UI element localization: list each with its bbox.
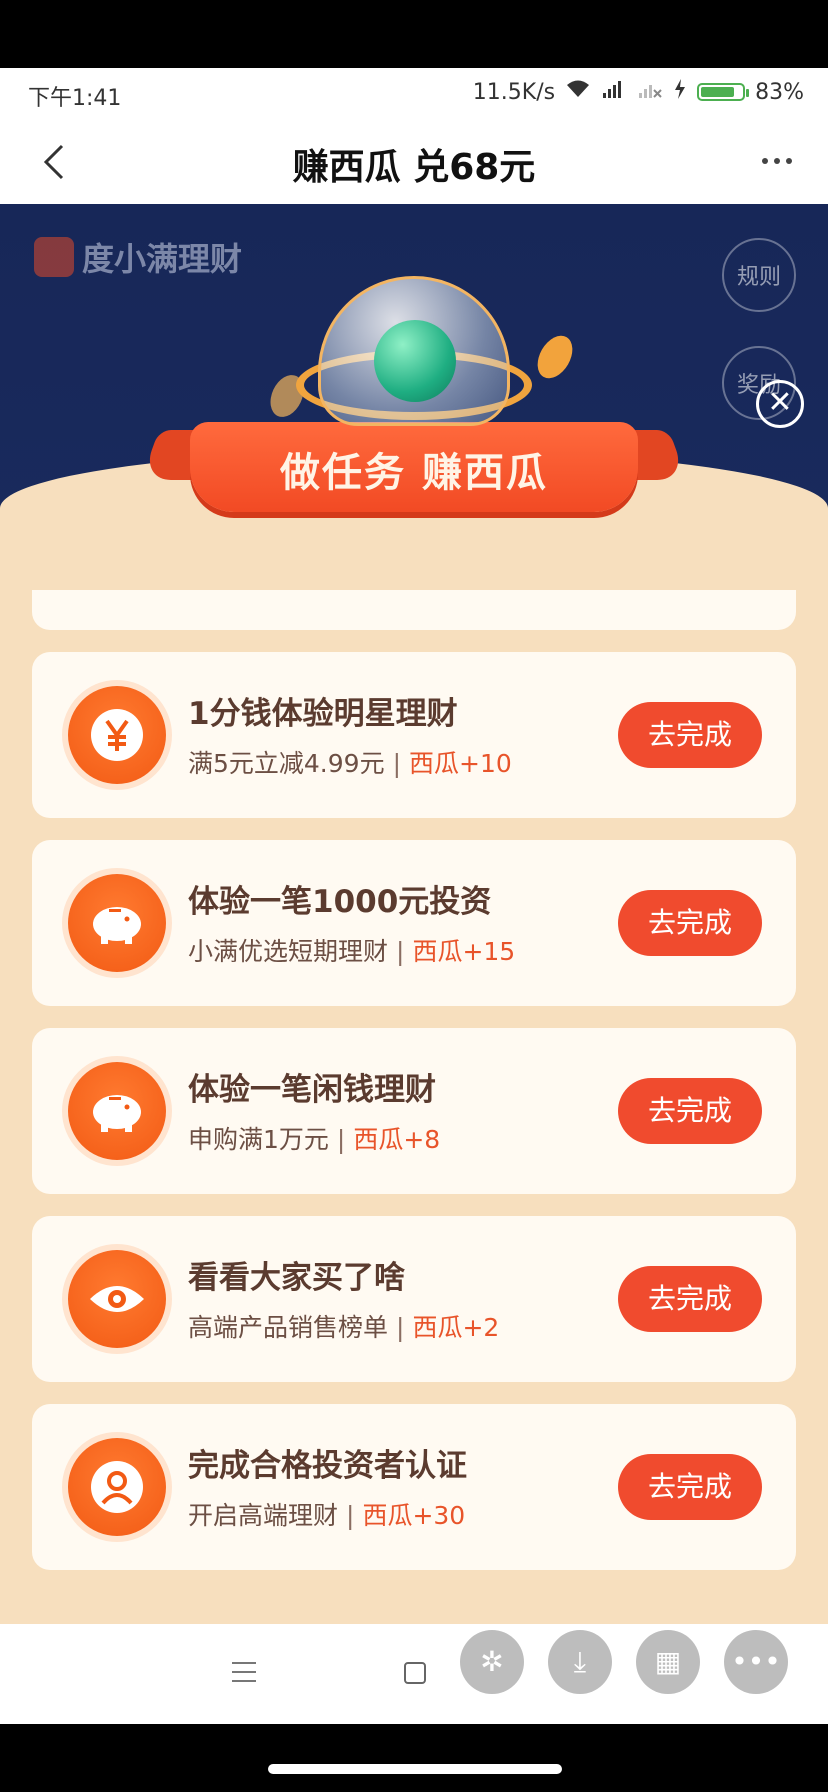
go-complete-button[interactable]: 去完成 [618, 890, 762, 956]
user-icon [91, 1461, 143, 1513]
task-icon-circle [68, 1250, 166, 1348]
go-complete-button[interactable]: 去完成 [618, 1078, 762, 1144]
download-button[interactable]: ⤓ [548, 1630, 612, 1694]
bottom-toolbar: ✲ ⤓ ▦ ••• [0, 1624, 828, 1724]
status-time: 下午1:41 [28, 86, 122, 111]
task-title: 完成合格投资者认证 [188, 1448, 467, 1484]
home-square-icon[interactable] [404, 1662, 426, 1684]
rules-button[interactable]: 规则 [722, 238, 796, 312]
task-icon-circle [68, 874, 166, 972]
task-card: 体验一笔1000元投资 小满优选短期理财 | 西瓜+15 去完成 [32, 840, 796, 1006]
signal-icon [601, 79, 627, 105]
task-desc-text: 申购满1万元 [188, 1125, 329, 1154]
task-reward: 西瓜+8 [353, 1125, 441, 1154]
brand-logo [34, 237, 74, 277]
battery-level-fill [701, 87, 734, 97]
task-description: 满5元立减4.99元 | 西瓜+10 [188, 744, 512, 780]
charging-icon [673, 78, 687, 106]
task-separator: | [392, 749, 402, 778]
task-reward: 西瓜+30 [362, 1501, 466, 1530]
panel-title: 做任务 赚西瓜 [280, 450, 548, 496]
brand: 度小满理财 [34, 234, 242, 280]
task-title: 看看大家买了啥 [188, 1260, 405, 1296]
piggy-bank-icon [93, 1095, 141, 1132]
task-icon-circle [68, 1438, 166, 1536]
task-title: 1分钱体验明星理财 [188, 696, 458, 732]
go-complete-button[interactable]: 去完成 [618, 1266, 762, 1332]
yuan-icon [91, 709, 143, 761]
battery-percent: 83% [755, 79, 804, 105]
task-desc-text: 高端产品销售榜单 [188, 1313, 389, 1342]
task-card: 1分钱体验明星理财 满5元立减4.99元 | 西瓜+10 去完成 [32, 652, 796, 818]
task-desc-text: 小满优选短期理财 [188, 937, 389, 966]
task-card: 看看大家买了啥 高端产品销售榜单 | 西瓜+2 去完成 [32, 1216, 796, 1382]
download-icon: ⤓ [573, 1645, 587, 1678]
task-separator: | [396, 937, 405, 966]
task-separator: | [396, 1313, 405, 1342]
task-separator: | [336, 1125, 346, 1154]
nav-bar: 赚西瓜 兑68元 [0, 120, 828, 204]
task-icon-circle [68, 686, 166, 784]
task-icon-circle [68, 1062, 166, 1160]
more-options-button[interactable] [762, 158, 792, 164]
task-card: 体验一笔闲钱理财 申购满1万元 | 西瓜+8 去完成 [32, 1028, 796, 1194]
home-indicator[interactable] [268, 1764, 562, 1774]
menu-icon[interactable] [232, 1662, 256, 1682]
task-description: 高端产品销售榜单 | 西瓜+2 [188, 1308, 499, 1344]
grid-icon: ▦ [654, 1645, 682, 1678]
go-complete-button[interactable]: 去完成 [618, 702, 762, 768]
network-speed: 11.5K/s [472, 79, 556, 105]
apps-button[interactable]: ▦ [636, 1630, 700, 1694]
task-separator: | [346, 1501, 355, 1530]
task-reward: 西瓜+15 [412, 937, 516, 966]
task-reward: 西瓜+2 [412, 1313, 500, 1342]
task-desc-text: 开启高端理财 [188, 1501, 339, 1530]
close-icon: ✕ [767, 385, 793, 420]
status-bar: 下午1:41 11.5K/s 83% [0, 68, 828, 120]
task-title: 体验一笔闲钱理财 [188, 1072, 436, 1108]
go-complete-button[interactable]: 去完成 [618, 1454, 762, 1520]
task-title: 体验一笔1000元投资 [188, 884, 492, 920]
eye-icon [90, 1286, 144, 1312]
pinwheel-button[interactable]: ✲ [460, 1630, 524, 1694]
task-description: 开启高端理财 | 西瓜+30 [188, 1496, 465, 1532]
pinwheel-icon: ✲ [480, 1645, 504, 1678]
watermelon-icon [374, 320, 456, 402]
status-indicators: 11.5K/s 83% [473, 78, 804, 106]
piggy-bank-icon [93, 907, 141, 944]
task-card: 完成合格投资者认证 开启高端理财 | 西瓜+30 去完成 [32, 1404, 796, 1570]
task-description: 小满优选短期理财 | 西瓜+15 [188, 932, 515, 968]
brand-name: 度小满理财 [82, 240, 243, 278]
close-button[interactable]: ✕ [756, 380, 804, 428]
signal-no-service-icon [637, 79, 663, 105]
screen: 下午1:41 11.5K/s 83% 赚西瓜 兑68元 度小满理财 规则 奖励 … [0, 0, 828, 1792]
page-title: 赚西瓜 兑68元 [292, 147, 536, 188]
task-card-partial [32, 590, 796, 630]
more-button[interactable]: ••• [724, 1630, 788, 1694]
battery-icon [697, 83, 750, 101]
task-description: 申购满1万元 | 西瓜+8 [188, 1120, 440, 1156]
more-dots-icon: ••• [731, 1645, 781, 1678]
task-reward: 西瓜+10 [409, 749, 512, 778]
task-desc-text: 满5元立减4.99元 [188, 749, 385, 778]
wifi-icon [565, 79, 591, 105]
